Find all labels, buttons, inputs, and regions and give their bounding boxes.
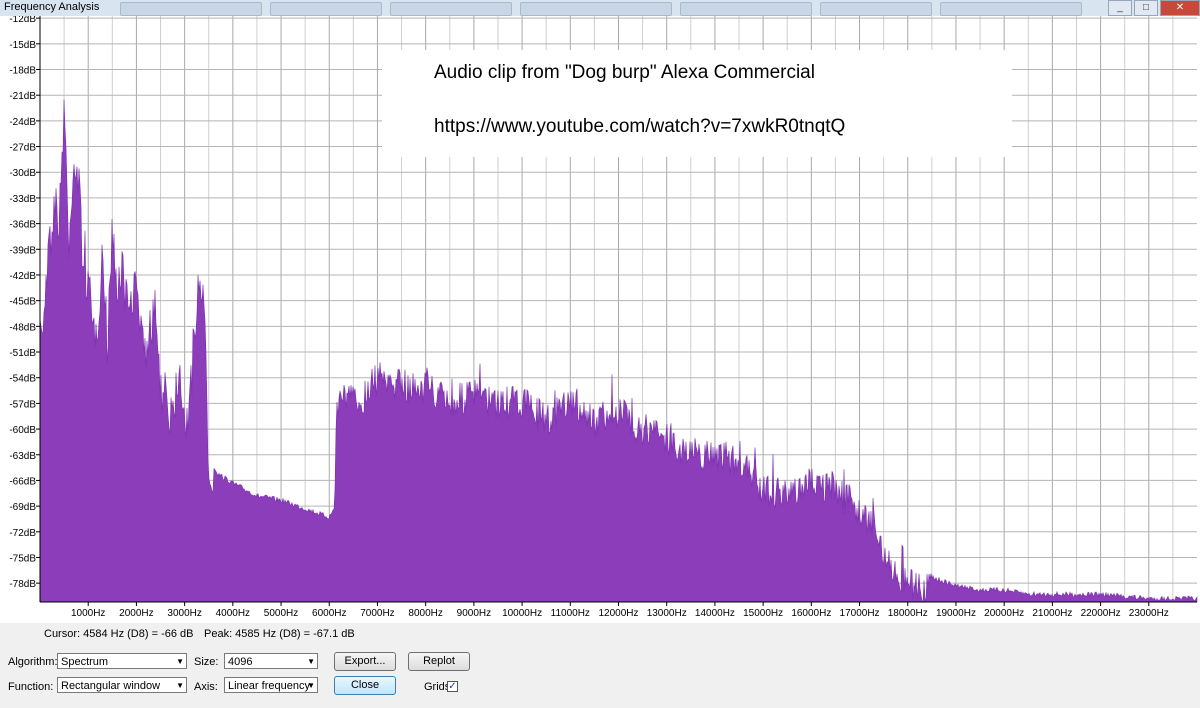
y-tick-label: -48dB <box>9 322 36 333</box>
x-tick-label: 18000Hz <box>888 608 928 619</box>
y-tick-label: -63dB <box>9 451 36 462</box>
size-label: Size: <box>194 656 219 668</box>
x-tick-label: 20000Hz <box>984 608 1024 619</box>
taskbar-tab[interactable] <box>120 2 262 16</box>
peak-readout: Peak: 4585 Hz (D8) = -67.1 dB <box>204 628 355 640</box>
y-tick-label: -75dB <box>9 553 36 564</box>
y-tick-label: -36dB <box>9 220 36 231</box>
annotation-url: https://www.youtube.com/watch?v=7xwkR0tn… <box>434 116 846 137</box>
minimize-icon[interactable]: _ <box>1108 0 1132 16</box>
export-button[interactable]: Export... <box>334 652 396 671</box>
annotation-box: Audio clip from "Dog burp" Alexa Commerc… <box>382 50 1012 157</box>
taskbar-tab[interactable] <box>820 2 932 16</box>
x-tick-label: 11000Hz <box>551 608 590 619</box>
y-tick-label: -27dB <box>9 143 36 154</box>
y-tick-label: -72dB <box>9 528 36 539</box>
x-tick-label: 14000Hz <box>695 608 735 619</box>
x-tick-label: 5000Hz <box>264 608 298 619</box>
chevron-down-icon: ▼ <box>176 681 184 690</box>
close-button[interactable]: Close <box>334 676 396 695</box>
function-label: Function: <box>8 681 54 693</box>
size-select[interactable]: 4096 ▼ <box>224 653 318 669</box>
x-tick-label: 7000Hz <box>360 608 394 619</box>
x-tick-label: 9000Hz <box>457 608 491 619</box>
x-tick-label: 13000Hz <box>647 608 687 619</box>
grids-checkbox[interactable]: ✓ <box>447 681 458 692</box>
y-tick-label: -21dB <box>9 91 36 102</box>
x-tick-label: 2000Hz <box>119 608 153 619</box>
replot-button[interactable]: Replot <box>408 652 470 671</box>
algorithm-label: Algorithm: <box>8 656 58 668</box>
x-tick-label: 21000Hz <box>1032 608 1072 619</box>
axis-select[interactable]: Linear frequency ▼ <box>224 677 318 693</box>
x-tick-label: 10000Hz <box>502 608 542 619</box>
function-value: Rectangular window <box>61 680 161 692</box>
x-tick-label: 15000Hz <box>743 608 783 619</box>
x-tick-label: 8000Hz <box>408 608 442 619</box>
window-title: Frequency Analysis <box>4 1 100 13</box>
chevron-down-icon: ▼ <box>307 657 315 666</box>
y-tick-label: -18dB <box>9 66 36 77</box>
y-tick-label: -15dB <box>9 40 36 51</box>
x-tick-label: 6000Hz <box>312 608 346 619</box>
y-tick-label: -30dB <box>9 168 36 179</box>
x-tick-label: 17000Hz <box>840 608 880 619</box>
x-tick-label: 22000Hz <box>1081 608 1121 619</box>
y-tick-label: -12dB <box>9 16 36 25</box>
chevron-down-icon: ▼ <box>307 681 315 690</box>
algorithm-value: Spectrum <box>61 656 109 668</box>
size-value: 4096 <box>228 656 253 668</box>
taskbar-tab[interactable] <box>390 2 512 16</box>
y-tick-label: -33dB <box>9 194 36 205</box>
taskbar-tab[interactable] <box>680 2 812 16</box>
title-bar: Frequency Analysis _ □ ✕ <box>0 0 1200 17</box>
annotation-title: Audio clip from "Dog burp" Alexa Commerc… <box>434 62 815 83</box>
x-tick-label: 23000Hz <box>1129 608 1169 619</box>
taskbar-tab[interactable] <box>270 2 382 16</box>
axis-value: Linear frequency <box>228 680 310 692</box>
taskbar-tab[interactable] <box>940 2 1082 16</box>
y-tick-label: -42dB <box>9 271 36 282</box>
taskbar-tab[interactable] <box>520 2 672 16</box>
axis-label: Axis: <box>194 681 218 693</box>
x-tick-label: 12000Hz <box>598 608 638 619</box>
y-tick-label: -54dB <box>9 374 36 385</box>
x-tick-label: 3000Hz <box>167 608 201 619</box>
y-tick-label: -51dB <box>9 348 36 359</box>
x-tick-label: 1000Hz <box>71 608 105 619</box>
y-tick-label: -69dB <box>9 502 36 513</box>
y-tick-label: -78dB <box>9 579 36 590</box>
y-tick-label: -45dB <box>9 297 36 308</box>
cursor-readout: Cursor: 4584 Hz (D8) = -66 dB <box>44 628 194 640</box>
x-tick-label: 4000Hz <box>216 608 250 619</box>
y-tick-label: -57dB <box>9 399 36 410</box>
y-tick-label: -60dB <box>9 425 36 436</box>
algorithm-select[interactable]: Spectrum ▼ <box>57 653 187 669</box>
chevron-down-icon: ▼ <box>176 657 184 666</box>
maximize-icon[interactable]: □ <box>1134 0 1158 16</box>
y-tick-label: -39dB <box>9 245 36 256</box>
y-tick-label: -24dB <box>9 117 36 128</box>
x-tick-label: 19000Hz <box>936 608 976 619</box>
function-select[interactable]: Rectangular window ▼ <box>57 677 187 693</box>
close-icon[interactable]: ✕ <box>1160 0 1200 16</box>
x-tick-label: 16000Hz <box>791 608 831 619</box>
y-tick-label: -66dB <box>9 476 36 487</box>
